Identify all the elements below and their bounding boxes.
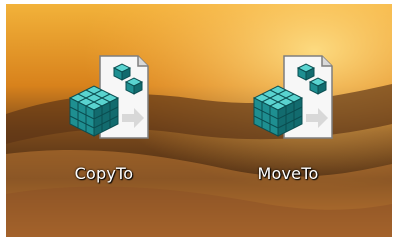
desktop-icon-copyto[interactable]: CopyTo	[44, 4, 164, 183]
registry-file-icon	[68, 55, 149, 139]
desktop-icon-label: CopyTo	[74, 164, 134, 183]
registry-file-icon	[252, 55, 333, 139]
desktop: CopyTo MoveTo	[6, 4, 392, 237]
desktop-icon-label: MoveTo	[257, 164, 319, 183]
desktop-icon-moveto[interactable]: MoveTo	[228, 4, 348, 183]
